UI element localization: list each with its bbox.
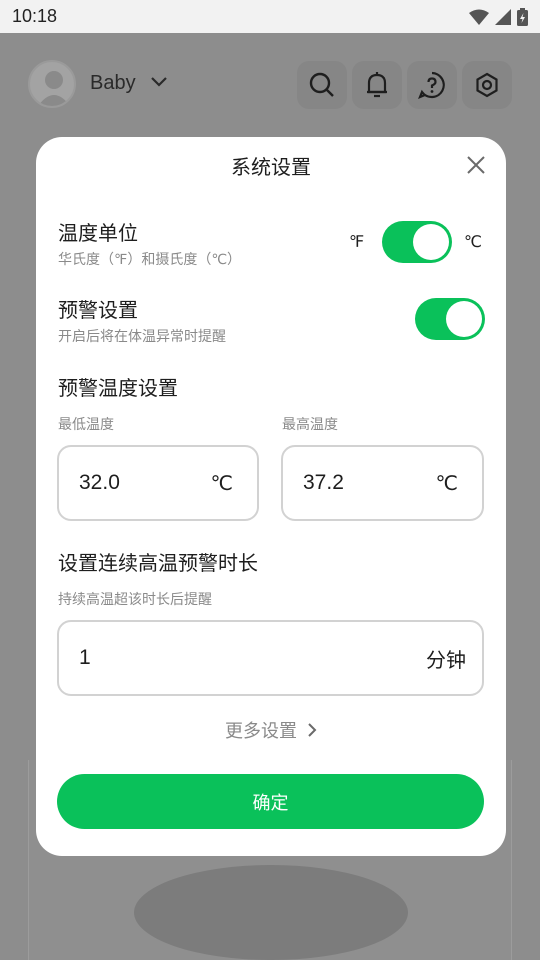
min-temp-label: 最低温度 — [58, 417, 114, 433]
help-chat-icon — [418, 71, 445, 99]
temp-unit-subtitle: 华氏度（℉）和摄氏度（℃） — [58, 252, 242, 268]
duration-unit: 分钟 — [426, 647, 466, 672]
help-button[interactable] — [407, 61, 457, 109]
toggle-knob — [413, 224, 449, 260]
max-temp-input[interactable]: 37.2 ℃ — [281, 445, 484, 521]
alert-toggle[interactable] — [415, 298, 485, 340]
avatar[interactable] — [28, 60, 76, 108]
background-illustration — [134, 865, 408, 960]
min-temp-input[interactable]: 32.0 ℃ — [57, 445, 259, 521]
temp-unit-toggle[interactable] — [382, 221, 452, 263]
bell-icon — [367, 72, 387, 98]
max-temp-label: 最高温度 — [282, 417, 338, 433]
duration-subtitle: 持续高温超该时长后提醒 — [58, 592, 212, 608]
min-temp-value: 32.0 — [79, 471, 120, 494]
gear-icon — [476, 72, 498, 98]
alarm-button[interactable] — [352, 61, 402, 109]
close-icon[interactable] — [466, 155, 486, 175]
status-icons — [469, 7, 528, 26]
alert-settings-subtitle: 开启后将在体温异常时提醒 — [58, 329, 226, 345]
more-settings-label: 更多设置 — [225, 721, 297, 742]
status-time: 10:18 — [12, 6, 58, 26]
search-icon — [309, 72, 334, 97]
wifi-icon — [469, 9, 489, 25]
settings-button[interactable] — [462, 61, 512, 109]
min-temp-unit: ℃ — [210, 471, 233, 495]
alert-temp-title: 预警温度设置 — [58, 376, 178, 400]
duration-title: 设置连续高温预警时长 — [58, 551, 258, 575]
duration-input[interactable]: 1 分钟 — [57, 620, 484, 696]
chevron-down-icon[interactable] — [150, 76, 168, 88]
cell-signal-icon — [495, 8, 511, 25]
max-temp-value: 37.2 — [303, 471, 344, 494]
celsius-label: ℃ — [464, 232, 482, 251]
toggle-knob — [446, 301, 482, 337]
fahrenheit-label: ℉ — [349, 232, 365, 251]
duration-value: 1 — [79, 646, 91, 669]
search-button[interactable] — [297, 61, 347, 109]
status-bar: 10:18 — [0, 0, 540, 33]
alert-settings-title: 预警设置 — [58, 298, 138, 322]
battery-charging-icon — [517, 7, 528, 26]
top-toolbar — [297, 61, 512, 109]
profile-name[interactable]: Baby — [90, 72, 136, 95]
chevron-right-icon — [308, 723, 317, 737]
temp-unit-title: 温度单位 — [58, 221, 138, 245]
confirm-button[interactable]: 确定 — [57, 774, 484, 829]
system-settings-dialog: 系统设置 温度单位 华氏度（℉）和摄氏度（℃） ℉ ℃ 预警设置 开启后将在体温… — [36, 137, 506, 856]
dialog-title: 系统设置 — [231, 155, 311, 179]
max-temp-unit: ℃ — [435, 471, 458, 495]
more-settings-link[interactable]: 更多设置 — [36, 717, 506, 743]
